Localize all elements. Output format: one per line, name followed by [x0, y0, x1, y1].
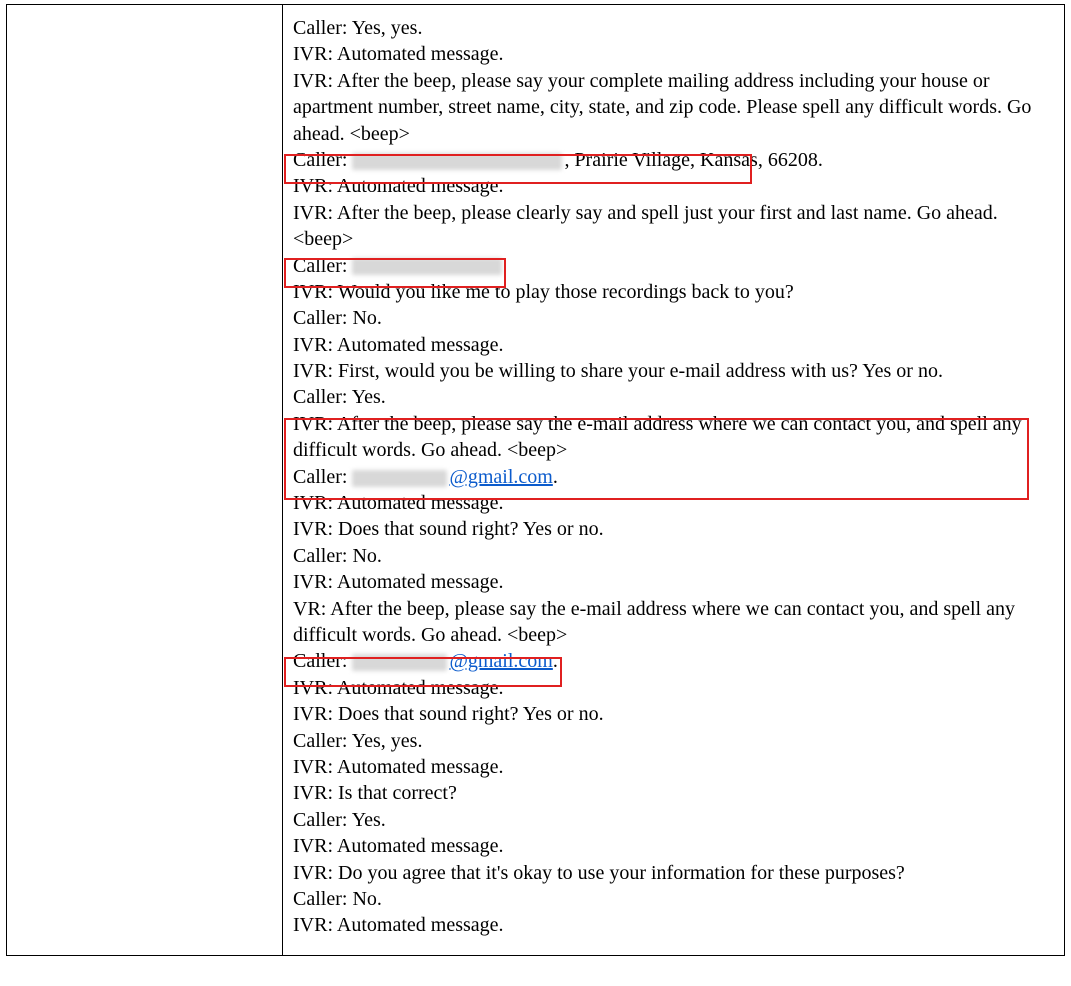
email-link[interactable]: @gmail.com	[449, 466, 552, 488]
document-page: Caller: Yes, yes.IVR: Automated message.…	[0, 0, 1071, 986]
transcript-line: Caller: , Prairie Village, Kansas, 66208…	[293, 147, 1046, 173]
transcript-line: Caller: @gmail.com.	[293, 464, 1046, 490]
speaker-label: Caller	[293, 17, 342, 39]
transcript-line: Caller: No.	[293, 543, 1046, 569]
redacted-text	[352, 153, 562, 170]
transcript-line: IVR: Would you like me to play those rec…	[293, 279, 1046, 305]
speaker-label: IVR	[293, 571, 327, 593]
left-column	[7, 5, 283, 955]
transcript-line: IVR: Is that correct?	[293, 780, 1046, 806]
transcript-line: IVR: First, would you be willing to shar…	[293, 358, 1046, 384]
line-text: Automated message.	[337, 835, 504, 857]
transcript-line: IVR: After the beep, please say your com…	[293, 68, 1046, 147]
speaker-label: IVR	[293, 281, 327, 303]
line-text: After the beep, please say the e-mail ad…	[293, 598, 1015, 646]
line-text: After the beep, please say the e-mail ad…	[293, 413, 1022, 461]
line-text: Do you agree that it's okay to use your …	[338, 862, 905, 884]
line-text: Automated message.	[337, 914, 504, 936]
speaker-label: IVR	[293, 492, 327, 514]
speaker-label: IVR	[293, 413, 327, 435]
speaker-label: IVR	[293, 835, 327, 857]
transcript-line: IVR: Does that sound right? Yes or no.	[293, 516, 1046, 542]
line-text: Automated message.	[337, 571, 504, 593]
speaker-label: Caller	[293, 386, 342, 408]
redacted-text	[352, 258, 502, 275]
speaker-label: IVR	[293, 43, 327, 65]
transcript-line: Caller: @gmail.com.	[293, 648, 1046, 674]
speaker-label: IVR	[293, 914, 327, 936]
transcript-line: Caller: Yes, yes.	[293, 728, 1046, 754]
line-text: Automated message.	[337, 756, 504, 778]
transcript-column: Caller: Yes, yes.IVR: Automated message.…	[283, 5, 1064, 955]
transcript-line: IVR: Automated message.	[293, 833, 1046, 859]
transcript-line: IVR: Automated message.	[293, 754, 1046, 780]
speaker-label: IVR	[293, 703, 327, 725]
transcript-line: IVR: Automated message.	[293, 569, 1046, 595]
line-text: After the beep, please say your complete…	[293, 70, 1031, 145]
speaker-label: IVR	[293, 782, 327, 804]
line-text: First, would you be willing to share you…	[338, 360, 943, 382]
speaker-label: IVR	[293, 202, 327, 224]
line-text: Does that sound right? Yes or no.	[338, 703, 604, 725]
line-text: No.	[352, 888, 381, 910]
speaker-label: Caller	[293, 149, 342, 171]
line-text: Automated message.	[337, 334, 504, 356]
transcript-line: VR: After the beep, please say the e-mai…	[293, 596, 1046, 649]
transcript-line: IVR: After the beep, please say the e-ma…	[293, 411, 1046, 464]
transcript-line: IVR: Automated message.	[293, 675, 1046, 701]
transcript-line: Caller:	[293, 253, 1046, 279]
speaker-label: Caller	[293, 307, 342, 329]
speaker-label: IVR	[293, 70, 327, 92]
speaker-label: IVR	[293, 756, 327, 778]
line-text: Automated message.	[337, 43, 504, 65]
line-text: No.	[352, 545, 381, 567]
transcript-line: IVR: Automated message.	[293, 912, 1046, 938]
line-text: No.	[352, 307, 381, 329]
speaker-label: Caller	[293, 255, 342, 277]
transcript-line: Caller: Yes.	[293, 384, 1046, 410]
document-frame: Caller: Yes, yes.IVR: Automated message.…	[6, 4, 1065, 956]
speaker-label: IVR	[293, 518, 327, 540]
transcript-line: Caller: Yes.	[293, 807, 1046, 833]
speaker-label: Caller	[293, 809, 342, 831]
redacted-text	[352, 654, 447, 671]
transcript-line: IVR: Do you agree that it's okay to use …	[293, 860, 1046, 886]
transcript-line: IVR: Automated message.	[293, 490, 1046, 516]
line-text: Yes, yes.	[352, 17, 423, 39]
line-text: Automated message.	[337, 492, 504, 514]
transcript-line: IVR: Automated message.	[293, 41, 1046, 67]
speaker-label: Caller	[293, 466, 342, 488]
trailing-period: .	[553, 650, 558, 672]
line-text: Automated message.	[337, 677, 504, 699]
email-link[interactable]: @gmail.com	[449, 650, 552, 672]
transcript-line: IVR: Automated message.	[293, 332, 1046, 358]
line-text: After the beep, please clearly say and s…	[293, 202, 998, 250]
speaker-label: IVR	[293, 677, 327, 699]
transcript-line: IVR: Automated message.	[293, 173, 1046, 199]
line-text: Would you like me to play those recordin…	[338, 281, 794, 303]
redacted-text	[352, 470, 447, 487]
transcript-line: IVR: After the beep, please clearly say …	[293, 200, 1046, 253]
speaker-label: IVR	[293, 862, 327, 884]
transcript-line: Caller: No.	[293, 886, 1046, 912]
line-text: Yes.	[352, 386, 386, 408]
transcript-line: Caller: No.	[293, 305, 1046, 331]
line-text: Yes, yes.	[352, 730, 423, 752]
line-text: Is that correct?	[338, 782, 457, 804]
speaker-label: Caller	[293, 650, 342, 672]
speaker-label: IVR	[293, 334, 327, 356]
transcript-line: Caller: Yes, yes.	[293, 15, 1046, 41]
trailing-period: .	[553, 466, 558, 488]
speaker-label: Caller	[293, 888, 342, 910]
speaker-label: Caller	[293, 730, 342, 752]
speaker-label: VR	[293, 598, 321, 620]
speaker-label: Caller	[293, 545, 342, 567]
transcript-line: IVR: Does that sound right? Yes or no.	[293, 701, 1046, 727]
speaker-label: IVR	[293, 175, 327, 197]
speaker-label: IVR	[293, 360, 327, 382]
line-text: Does that sound right? Yes or no.	[338, 518, 604, 540]
line-text: Yes.	[352, 809, 386, 831]
line-text: Automated message.	[337, 175, 504, 197]
line-text: , Prairie Village, Kansas, 66208.	[564, 149, 822, 171]
